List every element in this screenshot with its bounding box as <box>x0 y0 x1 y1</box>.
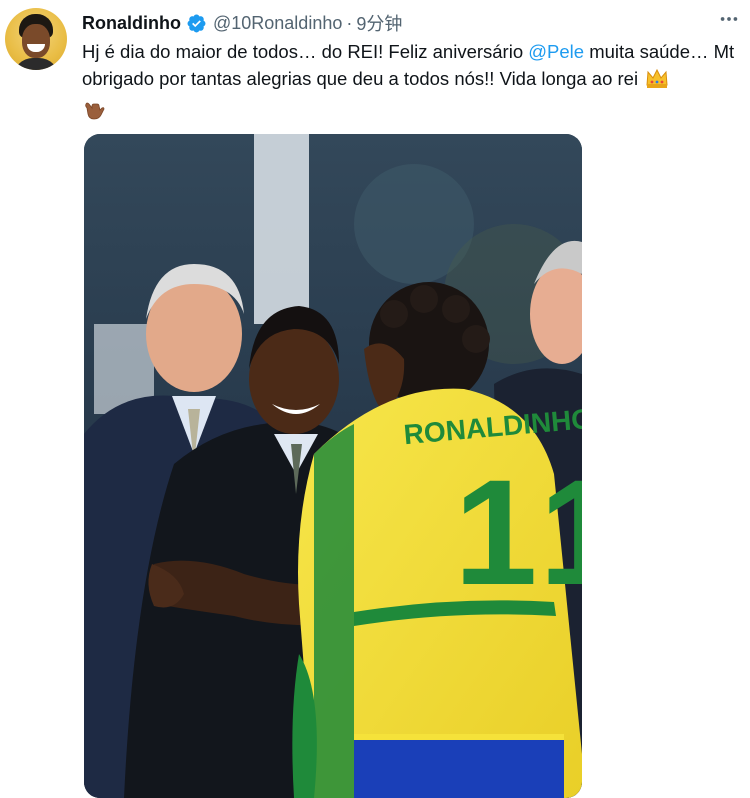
verified-badge-icon <box>186 13 207 34</box>
avatar[interactable] <box>5 8 67 70</box>
tweet-header: Ronaldinho @10Ronaldinho · 9分钟 <box>82 10 740 36</box>
tweet-photo[interactable]: RONALDINHO 11 <box>84 134 582 798</box>
crown-emoji-icon <box>645 67 669 96</box>
tweet: Ronaldinho @10Ronaldinho · 9分钟 Hj é dia … <box>0 0 750 798</box>
more-horizontal-icon[interactable] <box>718 8 740 36</box>
call-me-hand-emoji-icon <box>82 98 742 129</box>
jersey-number: 11 <box>454 448 582 616</box>
tweet-text-part-1: Hj é dia do maior de todos… do REI! Feli… <box>82 41 529 62</box>
author-handle[interactable]: @10Ronaldinho <box>213 13 342 34</box>
tweet-text: Hj é dia do maior de todos… do REI! Feli… <box>82 38 742 129</box>
mention-link[interactable]: @Pele <box>528 41 584 62</box>
separator-dot: · <box>346 12 353 33</box>
author-name[interactable]: Ronaldinho <box>82 13 181 34</box>
timestamp[interactable]: 9分钟 <box>356 10 402 36</box>
